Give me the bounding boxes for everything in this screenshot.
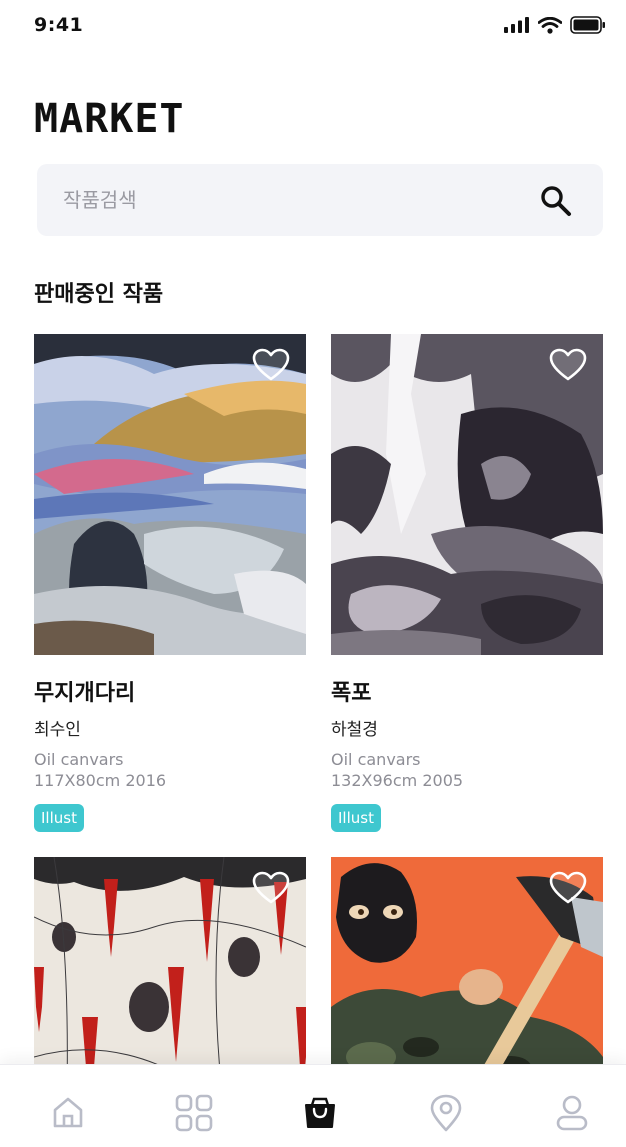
artwork-material: Oil canvars xyxy=(34,750,124,769)
user-icon xyxy=(556,1095,588,1131)
nav-location[interactable] xyxy=(426,1093,466,1133)
status-bar: 9:41 xyxy=(0,0,626,52)
search-input[interactable] xyxy=(63,164,523,236)
artwork-artist: 하철경 xyxy=(331,720,378,740)
heart-icon[interactable] xyxy=(549,871,587,905)
heart-icon[interactable] xyxy=(252,348,290,382)
artwork-size: 132X96cm 2005 xyxy=(331,771,464,790)
artwork-card[interactable] xyxy=(331,857,603,1064)
artwork-image xyxy=(34,334,306,655)
section-title: 판매중인 작품 xyxy=(34,282,164,307)
artwork-title: 폭포 xyxy=(331,681,372,706)
bottom-nav xyxy=(0,1064,626,1147)
artwork-card[interactable]: 폭포 하철경 Oil canvars 132X96cm 2005 Illust xyxy=(331,334,603,832)
artwork-artist: 최수인 xyxy=(34,720,81,740)
wifi-icon xyxy=(538,16,562,34)
artwork-title: 무지개다리 xyxy=(34,681,136,706)
grid-icon xyxy=(175,1094,213,1132)
heart-icon[interactable] xyxy=(549,348,587,382)
status-icons xyxy=(504,16,606,34)
artwork-thumbnail[interactable] xyxy=(34,857,306,1064)
status-time: 9:41 xyxy=(34,14,84,36)
nav-market[interactable] xyxy=(300,1093,340,1133)
location-pin-icon xyxy=(430,1094,462,1132)
artwork-card[interactable] xyxy=(34,857,306,1064)
artwork-size: 117X80cm 2016 xyxy=(34,771,167,790)
artwork-material: Oil canvars xyxy=(331,750,421,769)
artwork-card[interactable]: 무지개다리 최수인 Oil canvars 117X80cm 2016 Illu… xyxy=(34,334,306,832)
heart-icon[interactable] xyxy=(252,871,290,905)
category-tag[interactable]: Illust xyxy=(34,804,84,832)
nav-categories[interactable] xyxy=(174,1093,214,1133)
artwork-thumbnail[interactable] xyxy=(331,857,603,1064)
search-icon[interactable] xyxy=(539,184,573,218)
category-tag[interactable]: Illust xyxy=(331,804,381,832)
artwork-image xyxy=(331,334,603,655)
nav-profile[interactable] xyxy=(552,1093,592,1133)
home-icon xyxy=(53,1097,83,1128)
battery-icon xyxy=(570,16,605,34)
shopping-bag-icon xyxy=(305,1097,335,1128)
page-title: MARKET xyxy=(34,96,185,142)
artwork-thumbnail[interactable] xyxy=(331,334,603,655)
search-bar xyxy=(37,164,603,236)
nav-home[interactable] xyxy=(48,1093,88,1133)
artwork-thumbnail[interactable] xyxy=(34,334,306,655)
signal-icon xyxy=(504,17,529,33)
